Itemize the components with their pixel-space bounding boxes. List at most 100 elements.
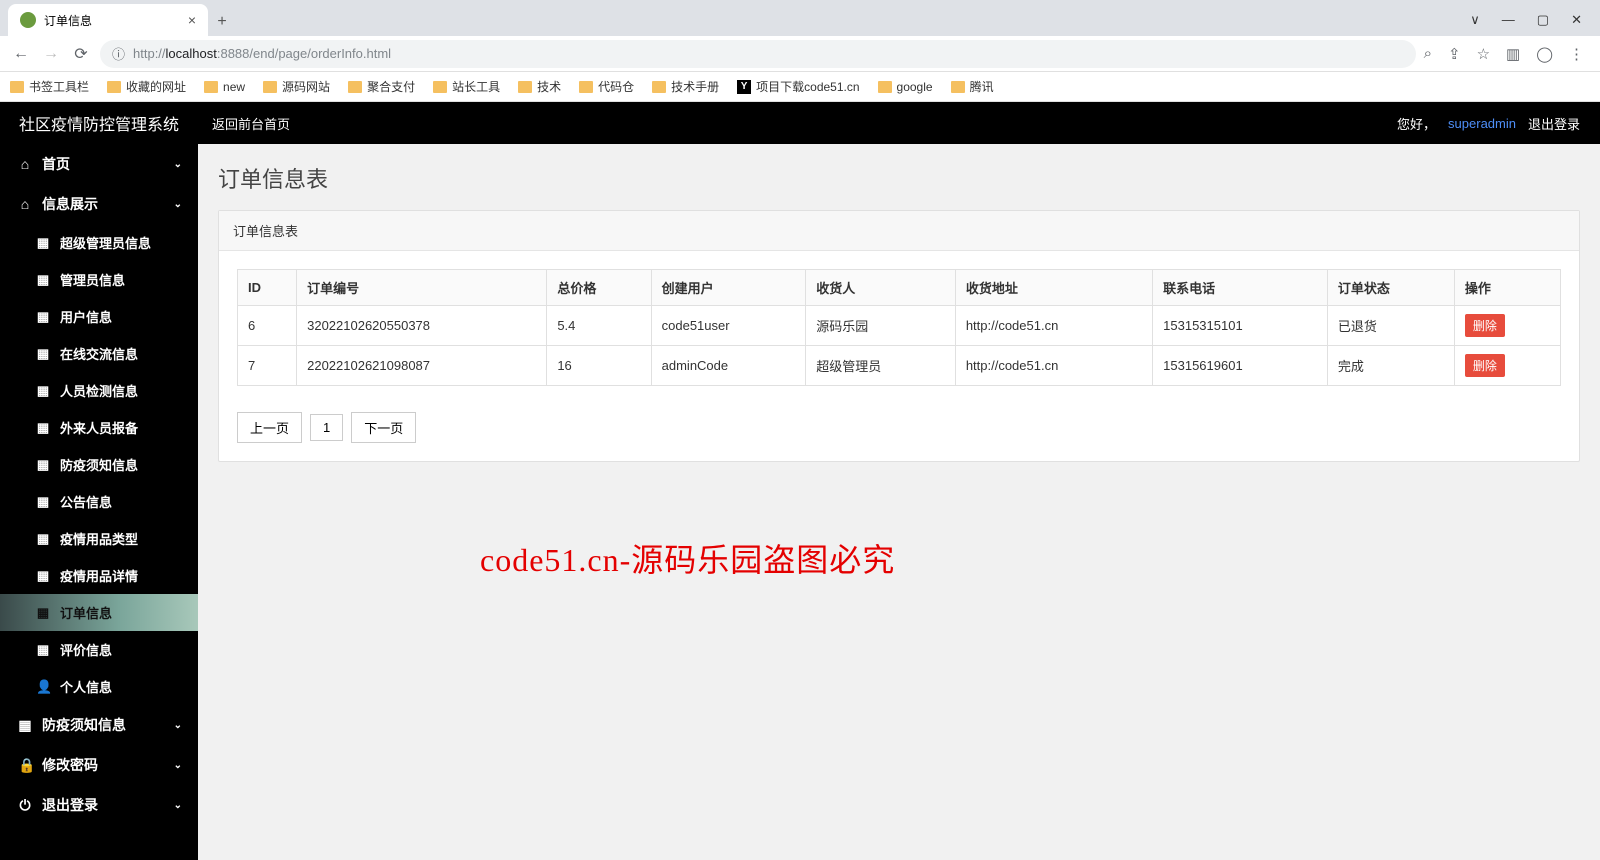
prev-page-button[interactable]: 上一页 — [237, 412, 302, 443]
sidebar-sub-item[interactable]: ▦超级管理员信息 — [0, 224, 198, 261]
sidebar-sub-label: 订单信息 — [60, 603, 112, 622]
chevron-down-icon: ⌄ — [174, 760, 182, 771]
back-icon[interactable]: ← — [10, 45, 32, 63]
maximize-icon[interactable]: ▢ — [1537, 12, 1549, 28]
browser-tab-strip: 订单信息 × + ∨ — ▢ ✕ — [0, 0, 1600, 36]
sidebar-item-logout[interactable]: ⏻ 退出登录 ⌄ — [0, 785, 198, 825]
sidebar-item-info[interactable]: ⌂ 信息展示 ⌄ — [0, 184, 198, 224]
sidebar-sub-item[interactable]: ▦管理员信息 — [0, 261, 198, 298]
table-row: 6320221026205503785.4code51user源码乐园http:… — [238, 306, 1561, 346]
logout-link[interactable]: 退出登录 — [1528, 114, 1580, 133]
bookmark-item[interactable]: 站长工具 — [433, 78, 500, 95]
bookmark-item[interactable]: 腾讯 — [951, 78, 994, 95]
bookmark-y-icon: Y — [737, 80, 751, 94]
chevron-down-icon: ⌄ — [174, 159, 182, 170]
window-controls: ∨ — ▢ ✕ — [1470, 12, 1600, 36]
table-header: 收货人 — [806, 270, 956, 306]
sidebar-sub-item[interactable]: 👤个人信息 — [0, 668, 198, 705]
sidebar-sub-label: 超级管理员信息 — [60, 233, 151, 252]
sidebar-item-home[interactable]: ⌂ 首页 ⌄ — [0, 144, 198, 184]
settings-chevron-icon[interactable]: ∨ — [1470, 12, 1480, 28]
forward-icon[interactable]: → — [40, 45, 62, 63]
bookmark-item[interactable]: Y 项目下载code51.cn — [737, 78, 859, 95]
folder-icon — [107, 81, 121, 93]
delete-button[interactable]: 删除 — [1465, 354, 1505, 377]
bookmark-item[interactable]: 技术手册 — [652, 78, 719, 95]
back-home-link[interactable]: 返回前台首页 — [198, 114, 304, 133]
folder-icon — [951, 81, 965, 93]
sidebar-sub-item[interactable]: ▦公告信息 — [0, 483, 198, 520]
share-icon[interactable]: ⇪ — [1448, 45, 1461, 63]
folder-icon — [579, 81, 593, 93]
table-cell: 22022102621098087 — [297, 346, 547, 386]
table-header: 订单编号 — [297, 270, 547, 306]
bookmark-label: 站长工具 — [452, 78, 500, 95]
table-cell: 5.4 — [547, 306, 651, 346]
sidebar-sub-label: 防疫须知信息 — [60, 455, 138, 474]
brand-title: 社区疫情防控管理系统 — [0, 111, 198, 135]
tab-title: 订单信息 — [44, 12, 92, 29]
bookmark-item[interactable]: 代码仓 — [579, 78, 634, 95]
sidebar-sub-label: 人员检测信息 — [60, 381, 138, 400]
user-icon: 👤 — [36, 679, 50, 695]
panel-icon[interactable]: ▥ — [1506, 45, 1520, 63]
sidebar-sub-item[interactable]: ▦人员检测信息 — [0, 372, 198, 409]
folder-icon — [652, 81, 666, 93]
table-cell: http://code51.cn — [955, 306, 1152, 346]
bookmark-item[interactable]: google — [878, 80, 933, 94]
panel: 订单信息表 ID订单编号总价格创建用户收货人收货地址联系电话订单状态操作 632… — [218, 210, 1580, 462]
favicon-icon — [20, 12, 36, 28]
bookmark-item[interactable]: 聚合支付 — [348, 78, 415, 95]
sidebar-sub-label: 疫情用品类型 — [60, 529, 138, 548]
bookmark-label: 项目下载code51.cn — [756, 78, 859, 95]
bookmark-star-icon[interactable]: ☆ — [1477, 45, 1490, 63]
dashboard-icon: ⌂ — [18, 156, 32, 172]
grid-icon: ▦ — [36, 605, 50, 621]
sidebar-sub-label: 在线交流信息 — [60, 344, 138, 363]
grid-icon: ▦ — [18, 717, 32, 734]
new-tab-button[interactable]: + — [208, 8, 236, 36]
sidebar-item-notice-group[interactable]: ▦ 防疫须知信息 ⌄ — [0, 705, 198, 745]
content-area: 订单信息表 订单信息表 ID订单编号总价格创建用户收货人收货地址联系电话订单状态… — [198, 102, 1600, 860]
bookmark-item[interactable]: 收藏的网址 — [107, 78, 186, 95]
bookmark-item[interactable]: 技术 — [518, 78, 561, 95]
bookmark-item[interactable]: new — [204, 80, 245, 94]
menu-icon[interactable]: ⋮ — [1569, 45, 1584, 63]
close-window-icon[interactable]: ✕ — [1571, 12, 1582, 28]
table-header: 联系电话 — [1153, 270, 1328, 306]
next-page-button[interactable]: 下一页 — [351, 412, 416, 443]
sidebar-sub-item[interactable]: ▦在线交流信息 — [0, 335, 198, 372]
sidebar-item-pwd[interactable]: 🔒 修改密码 ⌄ — [0, 745, 198, 785]
close-icon[interactable]: × — [188, 12, 196, 28]
bookmark-label: 代码仓 — [598, 78, 634, 95]
search-icon[interactable]: ⌕ — [1424, 45, 1432, 63]
table-cell: 6 — [238, 306, 297, 346]
sidebar-label: 首页 — [42, 154, 70, 174]
bookmark-item[interactable]: 书签工具栏 — [10, 78, 89, 95]
sidebar-sub-item[interactable]: ▦用户信息 — [0, 298, 198, 335]
sidebar-sub-item[interactable]: ▦ 订单信息 — [0, 594, 198, 631]
sidebar-sub-item[interactable]: ▦评价信息 — [0, 631, 198, 668]
site-info-icon[interactable]: ⓘ — [112, 44, 125, 63]
table-cell: code51user — [651, 306, 806, 346]
current-user[interactable]: superadmin — [1448, 116, 1516, 131]
url-input[interactable]: ⓘ http://localhost:8888/end/page/orderIn… — [100, 40, 1416, 68]
profile-icon[interactable]: ◯ — [1536, 45, 1553, 63]
grid-icon: ▦ — [36, 531, 50, 547]
sidebar-sub-item[interactable]: ▦疫情用品详情 — [0, 557, 198, 594]
sidebar-sub-item[interactable]: ▦ 防疫须知信息 — [0, 446, 198, 483]
reload-icon[interactable]: ⟳ — [70, 44, 92, 64]
grid-icon: ▦ — [36, 457, 50, 473]
table-cell: 16 — [547, 346, 651, 386]
grid-icon: ▦ — [36, 568, 50, 584]
minimize-icon[interactable]: — — [1502, 12, 1515, 28]
chevron-down-icon: ⌄ — [174, 199, 182, 210]
page-number[interactable]: 1 — [310, 414, 343, 441]
table-cell: 源码乐园 — [806, 306, 956, 346]
sidebar-sub-item[interactable]: ▦ 疫情用品类型 — [0, 520, 198, 557]
sidebar-sub-item[interactable]: ▦外来人员报备 — [0, 409, 198, 446]
bookmark-item[interactable]: 源码网站 — [263, 78, 330, 95]
browser-tab[interactable]: 订单信息 × — [8, 4, 208, 36]
delete-button[interactable]: 删除 — [1465, 314, 1505, 337]
table-cell-actions: 删除 — [1454, 346, 1560, 386]
